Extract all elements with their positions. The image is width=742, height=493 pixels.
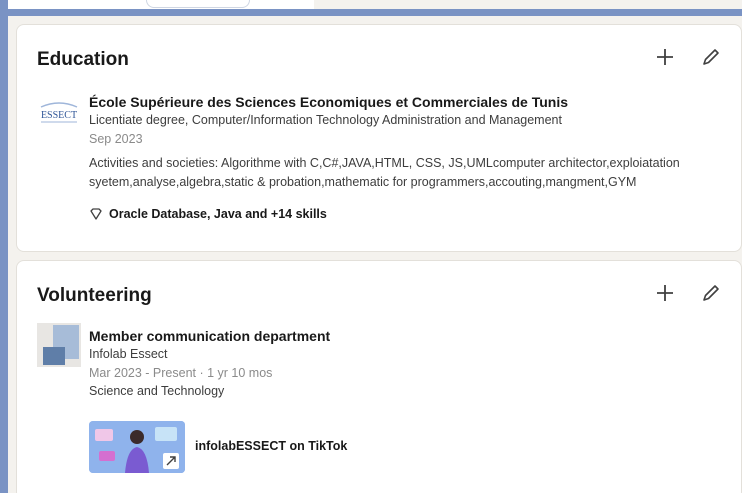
media-thumbnail[interactable] xyxy=(89,421,185,473)
add-volunteering-button[interactable] xyxy=(651,279,679,307)
education-entry: École Supérieure des Sciences Economique… xyxy=(89,93,721,192)
activities-text: Activities and societies: Algorithme wit… xyxy=(89,156,680,189)
volunteering-title: Volunteering xyxy=(37,285,152,306)
organization-logo[interactable] xyxy=(37,323,81,367)
education-date: Sep 2023 xyxy=(89,132,143,146)
degree-text: Licentiate degree, Computer/Information … xyxy=(89,113,562,127)
edit-volunteering-button[interactable] xyxy=(697,279,725,307)
frame-divider xyxy=(8,9,742,16)
add-education-button[interactable] xyxy=(651,43,679,71)
media-title[interactable]: infolabESSECT on TikTok xyxy=(195,439,347,453)
edit-education-button[interactable] xyxy=(697,43,725,71)
volunteering-entry: Member communication department Infolab … xyxy=(89,327,721,401)
pencil-icon xyxy=(703,285,719,301)
left-frame-border xyxy=(0,0,8,493)
volunteer-role: Member communication department xyxy=(89,328,331,344)
skills-text: Oracle Database, Java and +14 skills xyxy=(109,207,327,221)
diamond-skill-icon xyxy=(90,208,102,220)
svg-text:ESSECT: ESSECT xyxy=(41,110,77,121)
volunteer-cause: Science and Technology xyxy=(89,384,225,398)
top-partial-card xyxy=(8,0,314,9)
volunteer-dates: Mar 2023 - Present · 1 yr 10 mos xyxy=(89,366,273,380)
school-name[interactable]: École Supérieure des Sciences Economique… xyxy=(89,93,721,111)
school-logo[interactable]: ESSECT xyxy=(37,91,81,135)
organization-name[interactable]: Infolab Essect xyxy=(89,345,721,364)
plus-icon xyxy=(657,49,673,65)
plus-icon xyxy=(657,285,673,301)
volunteering-section: Volunteering Member communication depart… xyxy=(16,260,742,493)
skills-link[interactable]: Oracle Database, Java and +14 skills xyxy=(89,207,327,221)
education-title: Education xyxy=(37,49,129,70)
education-section: Education ESSECT École Supérieure des Sc… xyxy=(16,24,742,252)
top-partial-button[interactable] xyxy=(146,0,250,8)
pencil-icon xyxy=(703,49,719,65)
